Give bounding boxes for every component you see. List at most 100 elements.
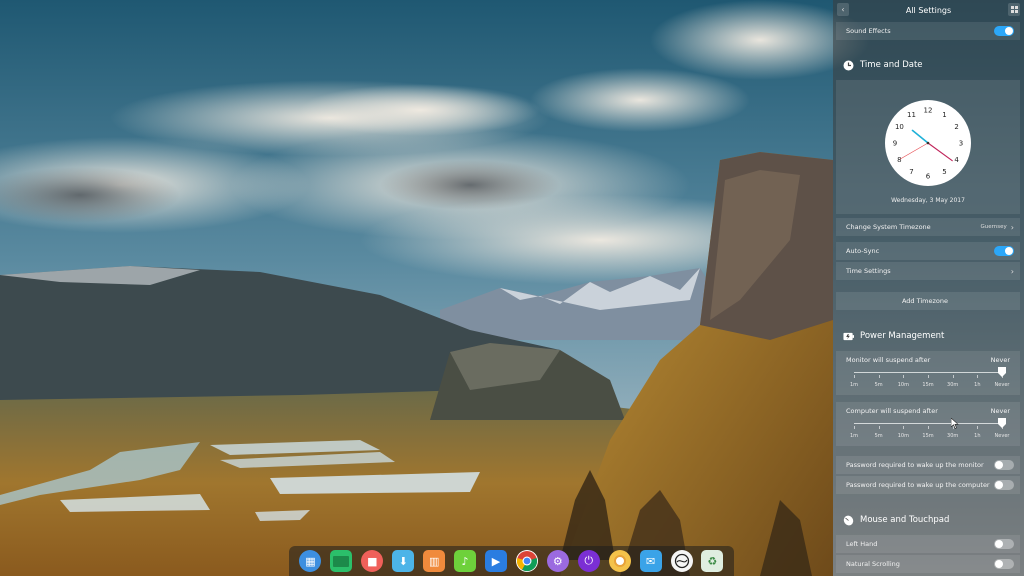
layout-button[interactable]	[1008, 3, 1020, 16]
slider-tick-label: 1h	[974, 433, 981, 439]
clock-number: 5	[942, 168, 946, 176]
power-title: Power Management	[860, 331, 945, 341]
time-date-section-title: Time and Date	[843, 58, 923, 72]
slider-tick-label: Never	[994, 382, 1010, 388]
password-monitor-row: Password required to wake up the monitor	[836, 456, 1020, 474]
left-hand-row: Left Hand	[836, 535, 1020, 553]
shutdown-icon[interactable]: ⏻	[577, 550, 600, 572]
natural-scrolling-toggle[interactable]	[994, 559, 1014, 569]
slider-tick-label: 30m	[947, 382, 959, 388]
slider-tick	[928, 426, 929, 429]
clock-number: 4	[954, 156, 959, 164]
auto-sync-row: Auto-Sync	[836, 242, 1020, 260]
computer-suspend-label: Computer will suspend after	[846, 407, 938, 415]
date-text: Wednesday, 3 May 2017	[891, 197, 965, 204]
mouse-section-title: Mouse and Touchpad	[843, 513, 949, 527]
music-player-icon[interactable]: ♪	[454, 550, 477, 572]
password-monitor-label: Password required to wake up the monitor	[846, 461, 984, 469]
clock-number: 8	[897, 156, 901, 164]
slider-tick-label: 10m	[897, 382, 909, 388]
back-button[interactable]: ‹	[837, 3, 849, 16]
clock-number: 6	[926, 173, 931, 181]
slider-tick	[928, 375, 929, 378]
monitor-tick-labels: 1m 5m 10m 15m 30m 1h Never	[836, 382, 1020, 390]
natural-scrolling-label: Natural Scrolling	[846, 560, 900, 568]
clock-number: 3	[959, 140, 963, 148]
slider-tick-label: 5m	[874, 433, 883, 439]
terminal-icon[interactable]	[330, 550, 353, 572]
clock-number: 2	[954, 123, 958, 131]
slider-tick	[952, 375, 954, 378]
auto-sync-toggle[interactable]	[994, 246, 1014, 256]
launcher-icon[interactable]: ▦	[299, 550, 322, 572]
slider-tick-label: 15m	[922, 433, 934, 439]
mouse-title: Mouse and Touchpad	[860, 515, 950, 525]
mouse-cursor-icon	[951, 418, 959, 429]
password-computer-toggle[interactable]	[994, 480, 1014, 490]
timezone-value: Guernsey	[980, 224, 1007, 230]
time-date-title: Time and Date	[860, 60, 923, 70]
clock-card: 12 1 2 3 4 5 6 7 8 9 10 11 Wednesday, 3 May 2017	[836, 80, 1020, 214]
monitor-suspend-value: Never	[990, 356, 1010, 364]
app-store-icon[interactable]: ⬇	[392, 550, 415, 572]
change-timezone-row[interactable]: Change System Timezone Guernsey ›	[836, 218, 1020, 236]
slider-tick-label: 10m	[897, 433, 909, 439]
password-monitor-toggle[interactable]	[994, 460, 1014, 470]
slider-tick-label: 1m	[849, 433, 859, 439]
slider-tick-label: 5m	[874, 382, 883, 388]
slider-tick-label: 30m	[947, 433, 959, 439]
natural-scrolling-row: Natural Scrolling	[836, 555, 1020, 573]
battery-icon	[843, 331, 854, 342]
add-timezone-label: Add Timezone	[901, 297, 949, 305]
file-manager-icon[interactable]: ▥	[423, 550, 446, 572]
change-timezone-label: Change System Timezone	[846, 223, 931, 231]
video-player-icon[interactable]: ▶	[484, 550, 507, 572]
slider-tick	[903, 375, 905, 378]
chevron-right-icon: ›	[1010, 222, 1014, 232]
slider-tick	[878, 375, 880, 378]
left-hand-toggle[interactable]	[994, 539, 1014, 549]
clock-number: 9	[893, 140, 897, 148]
sound-effects-toggle[interactable]	[994, 26, 1014, 36]
add-timezone-button[interactable]: Add Timezone	[836, 292, 1020, 310]
clock-number: 11	[907, 111, 916, 119]
clock-number: 10	[895, 123, 904, 131]
computer-ticks	[854, 426, 1003, 430]
left-hand-label: Left Hand	[846, 540, 878, 548]
slider-tick	[903, 426, 905, 429]
chevron-left-icon: ‹	[841, 5, 845, 14]
sound-effects-label: Sound Effects	[846, 27, 891, 35]
analog-clock: 12 12 345 6 789 1011	[885, 100, 971, 186]
computer-suspend-track[interactable]	[854, 423, 1002, 424]
slider-tick	[977, 375, 979, 378]
time-settings-row[interactable]: Time Settings ›	[836, 262, 1020, 280]
trash-icon[interactable]: ♻	[701, 550, 724, 572]
password-computer-label: Password required to wake up the compute…	[846, 481, 990, 489]
deepin-icon[interactable]	[670, 550, 693, 572]
screen-recorder-icon[interactable]: ■	[361, 550, 384, 572]
settings-icon[interactable]: ⚙	[546, 550, 569, 572]
slider-tick-label: Never	[994, 433, 1010, 439]
slider-tick	[854, 375, 855, 378]
clock-icon	[843, 60, 854, 71]
slider-tick-label: 1m	[849, 382, 859, 388]
monitor-suspend-slider-box: Monitor will suspend after Never 1m 5m 10m…	[836, 351, 1020, 395]
clock-number: 12	[924, 107, 933, 115]
auto-sync-label: Auto-Sync	[846, 247, 880, 255]
panel-title: All Settings	[905, 6, 952, 15]
monitor-suspend-track[interactable]	[854, 372, 1002, 373]
mail-icon[interactable]: ✉	[639, 550, 662, 572]
sound-effects-row: Sound Effects	[836, 22, 1020, 40]
chrome-icon[interactable]	[515, 550, 538, 572]
password-computer-row: Password required to wake up the compute…	[836, 476, 1020, 494]
clock-number: 7	[909, 168, 913, 176]
monitor-suspend-label: Monitor will suspend after	[846, 356, 931, 364]
image-viewer-icon[interactable]	[608, 550, 631, 572]
computer-suspend-slider-box: Computer will suspend after Never 1m 5m 10…	[836, 402, 1020, 446]
slider-tick	[977, 426, 979, 429]
clock-number: 1	[942, 111, 946, 119]
panel-header: ‹ All Settings	[833, 0, 1024, 21]
computer-tick-labels: 1m 5m 10m 15m 30m 1h Never	[836, 433, 1020, 441]
slider-tick	[854, 426, 855, 429]
dock: ▦ ■ ⬇ ▥ ♪ ▶ ⚙ ⏻ ✉ ♻	[289, 546, 734, 576]
